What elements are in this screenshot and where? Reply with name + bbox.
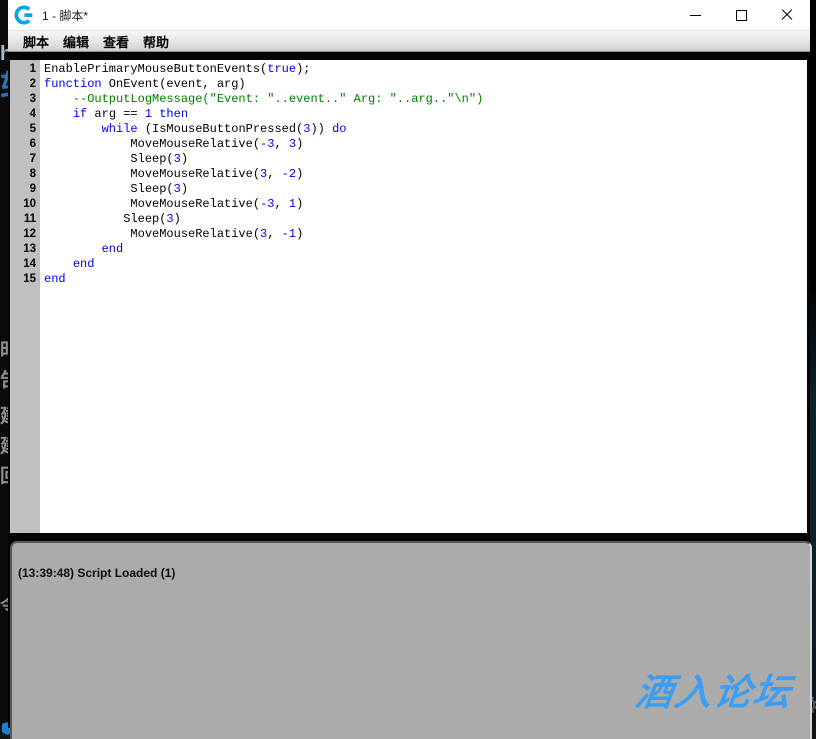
close-button[interactable] (764, 0, 810, 30)
close-icon (781, 9, 793, 21)
code-line[interactable]: 8 MoveMouseRelative(3, -2) (10, 167, 807, 182)
desktop-text-fragment: h (0, 44, 8, 64)
code-line[interactable]: 9 Sleep(3) (10, 182, 807, 197)
desktop-text-fragment: 建 (0, 407, 8, 426)
window-title: 1 - 脚本* (42, 7, 88, 24)
title-bar[interactable]: 1 - 脚本* (8, 0, 810, 31)
code-line[interactable]: 5 while (IsMouseButtonPressed(3)) do (10, 122, 807, 137)
code-line[interactable]: 7 Sleep(3) (10, 152, 807, 167)
desktop-text-fragment: 告 (0, 371, 8, 390)
watermark-text: 酒入论坛 (633, 674, 794, 711)
line-number: 1 (10, 62, 40, 77)
code-line[interactable]: 2function OnEvent(event, arg) (10, 77, 807, 92)
code-text[interactable]: Sleep(3) (40, 182, 807, 197)
menu-view[interactable]: 查看 (96, 31, 136, 52)
line-number: 5 (10, 122, 40, 137)
line-number: 9 (10, 182, 40, 197)
code-editor[interactable]: 1EnablePrimaryMouseButtonEvents(true);2f… (10, 60, 807, 533)
line-number: 4 (10, 107, 40, 122)
desktop-text-fragment: 时 (0, 341, 8, 360)
screen: h轩时告建建回令 ⚙ ⚙ Y ⚙ 1 - 脚本* (0, 0, 816, 739)
logitech-g-icon (14, 5, 34, 25)
line-number: 15 (10, 272, 40, 287)
menu-help[interactable]: 帮助 (136, 31, 176, 52)
code-text[interactable]: while (IsMouseButtonPressed(3)) do (40, 122, 807, 137)
line-number: 8 (10, 167, 40, 182)
code-text[interactable]: MoveMouseRelative(3, -1) (40, 227, 807, 242)
code-text[interactable]: end (40, 242, 807, 257)
code-line[interactable]: 3 --OutputLogMessage("Event: "..event.."… (10, 92, 807, 107)
code-line[interactable]: 1EnablePrimaryMouseButtonEvents(true); (10, 62, 807, 77)
line-number: 7 (10, 152, 40, 167)
code-text[interactable]: --OutputLogMessage("Event: "..event.." A… (40, 92, 807, 107)
line-number: 6 (10, 137, 40, 152)
desktop-text-fragment: 轩 (0, 72, 8, 106)
code-line[interactable]: 6 MoveMouseRelative(-3, 3) (10, 137, 807, 152)
script-editor-window: 1 - 脚本* 脚本 编辑 查看 帮助 1EnablePrimaryMouseB… (8, 0, 810, 728)
line-number: 12 (10, 227, 40, 242)
code-line[interactable]: 12 MoveMouseRelative(3, -1) (10, 227, 807, 242)
editor-lines: 1EnablePrimaryMouseButtonEvents(true);2f… (10, 62, 807, 287)
code-line[interactable]: 15end (10, 272, 807, 287)
code-line[interactable]: 14 end (10, 257, 807, 272)
code-text[interactable]: if arg == 1 then (40, 107, 807, 122)
code-text[interactable]: function OnEvent(event, arg) (40, 77, 807, 92)
line-number: 10 (10, 197, 40, 212)
maximize-button[interactable] (718, 0, 764, 30)
line-number: 3 (10, 92, 40, 107)
minimize-button[interactable] (672, 0, 718, 30)
code-line[interactable]: 4 if arg == 1 then (10, 107, 807, 122)
line-number: 11 (10, 212, 40, 227)
line-number: 14 (10, 257, 40, 272)
minimize-icon (690, 15, 701, 16)
code-text[interactable]: end (40, 272, 807, 287)
code-line[interactable]: 11 Sleep(3) (10, 212, 807, 227)
code-text[interactable]: Sleep(3) (40, 152, 807, 167)
menu-edit[interactable]: 编辑 (56, 31, 96, 52)
console-message: (13:39:48) Script Loaded (1) (18, 566, 810, 580)
maximize-icon (736, 10, 747, 21)
code-text[interactable]: MoveMouseRelative(3, -2) (40, 167, 807, 182)
line-number: 13 (10, 242, 40, 257)
code-text[interactable]: MoveMouseRelative(-3, 3) (40, 137, 807, 152)
code-text[interactable]: MoveMouseRelative(-3, 1) (40, 197, 807, 212)
desktop-text-fragment: 令 (0, 597, 8, 615)
desktop-text-fragment: 回 (0, 467, 8, 486)
menu-script[interactable]: 脚本 (16, 31, 56, 52)
code-text[interactable]: Sleep(3) (40, 212, 807, 227)
code-text[interactable]: EnablePrimaryMouseButtonEvents(true); (40, 62, 807, 77)
code-line[interactable]: 13 end (10, 242, 807, 257)
desktop-left-strip: h轩时告建建回令 (0, 0, 8, 739)
line-number: 2 (10, 77, 40, 92)
desktop-text-fragment: 建 (0, 437, 8, 456)
code-line[interactable]: 10 MoveMouseRelative(-3, 1) (10, 197, 807, 212)
code-text[interactable]: end (40, 257, 807, 272)
menu-bar: 脚本 编辑 查看 帮助 (8, 31, 810, 52)
